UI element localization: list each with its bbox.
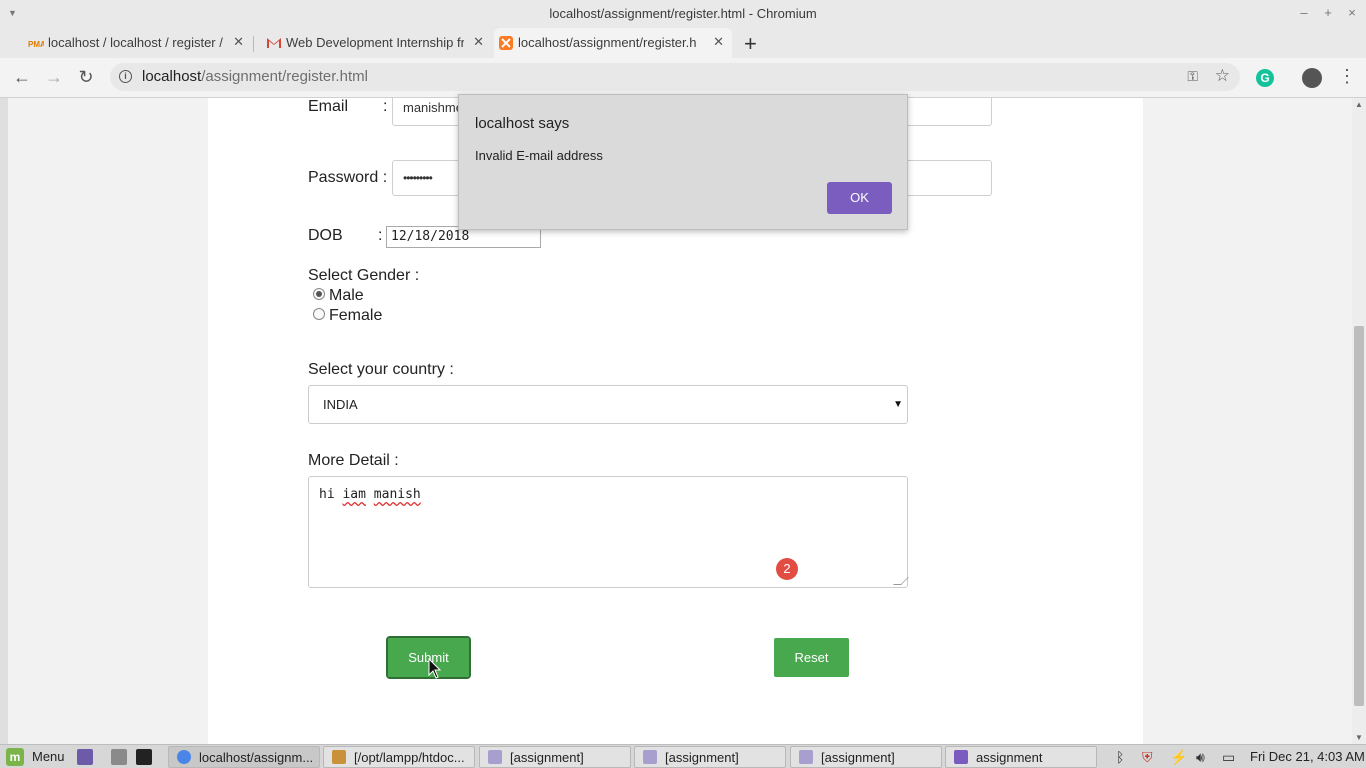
taskbar-item-label: assignment [976,750,1043,765]
browser-toolbar: ← → ↻ i localhost/assignment/register.ht… [0,58,1366,98]
tab-phpmyadmin[interactable]: PMA localhost / localhost / register / p… [24,28,252,58]
folder-icon [488,750,502,764]
close-window-icon[interactable]: × [1344,5,1360,20]
taskbar-item-label: [/opt/lampp/htdoc... [354,750,465,765]
bookmark-star-icon[interactable]: ☆ [1215,66,1230,86]
grammarly-extension-icon[interactable]: G [1256,69,1274,87]
tab-separator [253,36,254,52]
bluetooth-icon[interactable]: ᛒ [1116,749,1124,765]
gender-female-label: Female [329,307,383,324]
dob-colon: : [378,227,383,244]
saved-password-key-icon[interactable]: ⚿ [1187,68,1198,85]
taskbar-item-folder[interactable]: [assignment] [479,746,631,768]
resize-grip-icon[interactable] [893,577,909,585]
network-icon[interactable]: ⚡ [1170,749,1187,766]
detail-word: hi [319,487,335,502]
email-label: Email [308,98,349,115]
minimize-icon[interactable]: – [1296,5,1312,20]
page-scrollbar[interactable]: ▲ ▼ [1352,98,1366,744]
chromium-icon [177,750,191,764]
taskbar-item-label: localhost/assignm... [199,750,314,765]
browser-menu-icon[interactable]: ⋮ [1338,66,1356,87]
battery-icon[interactable]: ▭ [1222,749,1235,766]
phpmyadmin-icon: PMA [28,40,44,49]
reset-button[interactable]: Reset [774,638,849,677]
tab-close-icon[interactable]: ✕ [473,34,484,50]
window-titlebar: ▼ localhost/assignment/register.html - C… [0,0,1366,28]
gender-label: Select Gender : [308,267,420,284]
alert-ok-button[interactable]: OK [827,182,892,214]
start-menu-label: Menu [32,749,65,764]
taskbar-clock[interactable]: Fri Dec 21, 4:03 AM [1250,749,1365,764]
taskbar-item-editor[interactable]: [/opt/lampp/htdoc... [323,746,475,768]
gender-male-radio[interactable] [313,288,325,300]
detail-word-misspelled: manish [373,487,421,502]
taskbar: m Menu localhost/assignm... [/opt/lampp/… [0,744,1366,768]
security-shield-icon[interactable]: ⛨ [1142,749,1153,766]
scroll-up-icon[interactable]: ▲ [1355,100,1363,109]
maximize-icon[interactable]: + [1320,5,1336,20]
mouse-pointer-icon [428,658,442,679]
taskbar-item-chromium[interactable]: localhost/assignm... [168,746,320,768]
tab-close-icon[interactable]: ✕ [233,34,244,50]
folder-icon [954,750,968,764]
taskbar-item-folder[interactable]: [assignment] [634,746,786,768]
url-text[interactable]: localhost/assignment/register.html [142,68,368,85]
gmail-icon [267,38,281,48]
taskbar-item-folder[interactable]: [assignment] [790,746,942,768]
address-bar[interactable]: i localhost/assignment/register.html ⚿ ☆ [110,63,1240,91]
grammar-suggestion-badge[interactable]: 2 [776,558,798,580]
page-left-gutter [0,98,8,744]
taskbar-item-label: [assignment] [821,750,895,765]
xampp-icon [499,36,513,50]
volume-icon[interactable]: 🔊︎ [1196,749,1205,766]
terminal-launcher-icon[interactable] [136,749,152,765]
profile-avatar[interactable] [1302,68,1322,88]
reload-icon[interactable]: ↻ [75,67,97,88]
tab-gmail[interactable]: Web Development Internship fr ✕ [262,28,492,58]
text-editor-icon [332,750,346,764]
chevron-down-icon: ▼ [893,399,903,410]
email-colon: : [383,98,388,115]
password-label: Password : [308,169,388,186]
gender-male-label: Male [329,287,364,304]
alert-message: Invalid E-mail address [475,148,603,163]
folder-icon [643,750,657,764]
folder-icon [799,750,813,764]
svg-text:PMA: PMA [28,40,44,49]
detail-word-misspelled: iam [342,487,366,502]
country-select-value: INDIA [323,397,358,412]
dob-label: DOB [308,227,343,244]
taskbar-item-label: [assignment] [665,750,739,765]
detail-textarea[interactable]: hi iam manish [308,476,909,588]
back-icon[interactable]: ← [11,67,33,88]
country-label: Select your country : [308,361,454,378]
forward-icon[interactable]: → [43,67,65,88]
taskbar-item-folder[interactable]: assignment [945,746,1097,768]
tab-label: localhost / localhost / register / p [48,35,224,50]
new-tab-icon[interactable]: + [744,31,757,57]
alert-title: localhost says [475,115,570,132]
window-title: localhost/assignment/register.html - Chr… [549,6,817,21]
country-select[interactable]: INDIA ▼ [308,385,908,424]
tab-label: Web Development Internship fr [286,35,464,50]
taskbar-item-label: [assignment] [510,750,584,765]
scroll-down-icon[interactable]: ▼ [1355,733,1363,742]
scrollbar-thumb[interactable] [1354,326,1364,706]
show-desktop-icon[interactable] [77,749,93,765]
tab-strip: PMA localhost / localhost / register / p… [0,28,1366,58]
alert-dialog: localhost says Invalid E-mail address OK [458,94,908,230]
detail-label: More Detail : [308,452,399,469]
gender-female-radio[interactable] [313,308,325,320]
linux-mint-icon: m [6,748,24,766]
tab-label: localhost/assignment/register.h [518,35,697,50]
tab-register-active[interactable]: localhost/assignment/register.h ✕ [494,28,732,58]
tab-close-icon[interactable]: ✕ [713,34,724,50]
info-icon[interactable]: i [119,70,132,83]
file-manager-launcher-icon[interactable] [111,749,127,765]
